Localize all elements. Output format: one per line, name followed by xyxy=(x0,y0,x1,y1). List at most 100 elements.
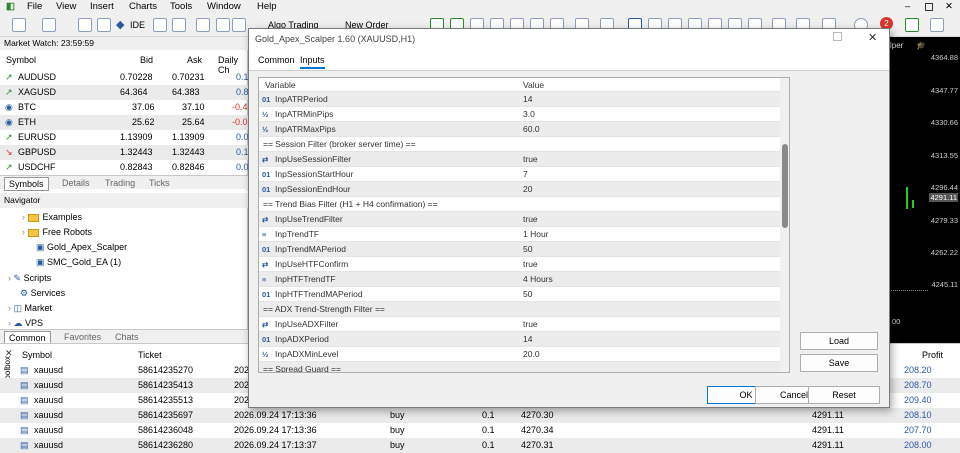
param-value[interactable]: 60.0 xyxy=(523,122,540,137)
nav-item-vps[interactable]: › ☁ VPS xyxy=(8,316,43,330)
col-symbol[interactable]: Symbol xyxy=(6,55,36,65)
param-row[interactable]: ⇄ InpUseADXFilter true xyxy=(259,317,780,332)
dialog-close-icon[interactable]: ✕ xyxy=(868,31,877,44)
col-ask[interactable]: Ask xyxy=(187,55,202,65)
signals-icon[interactable] xyxy=(905,18,919,32)
param-row[interactable]: ⇄ InpUseTrendFilter true xyxy=(259,212,780,227)
param-row[interactable]: ½ InpATRMinPips 3.0 xyxy=(259,107,780,122)
load-button[interactable]: Load xyxy=(800,332,878,350)
trade-row[interactable]: ▤ xauusd 58614235697 2026.09.24 17:13:36… xyxy=(0,408,960,423)
menu-help[interactable]: Help xyxy=(257,1,277,12)
history-icon[interactable] xyxy=(196,18,210,32)
col-bid[interactable]: Bid xyxy=(140,55,153,65)
tab-favorites[interactable]: Favorites xyxy=(60,331,105,343)
col-ticket[interactable]: Ticket xyxy=(138,348,162,363)
param-row[interactable]: 01 InpSessionStartHour 7 xyxy=(259,167,780,182)
param-row[interactable]: ⇄ InpUseHTFConfirm true xyxy=(259,257,780,272)
section-header-row[interactable]: == ADX Trend-Strength Filter == xyxy=(259,302,780,317)
param-row[interactable]: 01 InpHTFTrendMAPeriod 50 xyxy=(259,287,780,302)
param-value[interactable]: true xyxy=(523,152,538,167)
param-value[interactable]: 3.0 xyxy=(523,107,535,122)
price-label: 4296.44 xyxy=(930,183,958,192)
more-icon[interactable] xyxy=(232,18,246,32)
trade-icon[interactable] xyxy=(153,18,167,32)
save-button[interactable]: Save xyxy=(800,354,878,372)
gear-icon: ⚙ xyxy=(20,288,29,298)
symbol-row[interactable]: ↗ XAGUSD 64.364 64.383 0.8 xyxy=(0,85,249,100)
new-chart-icon[interactable] xyxy=(78,18,92,32)
symbol-row[interactable]: ↗ EURUSD 1.13909 1.13909 0.0 xyxy=(0,130,249,145)
param-value[interactable]: 4 Hours xyxy=(523,272,553,287)
nav-item-examples[interactable]: › Examples xyxy=(22,210,82,224)
section-header-row[interactable]: == Spread Guard == xyxy=(259,362,780,372)
symbol-row[interactable]: ◉ BTC 37.06 37.10 -0.4 xyxy=(0,100,248,115)
nav-item-scripts[interactable]: › ✎ Scripts xyxy=(8,271,51,285)
param-row[interactable]: 01 InpTrendMAPeriod 50 xyxy=(259,242,780,257)
nav-item-market[interactable]: › ◫ Market xyxy=(8,301,52,315)
nav-item-gold-apex-scalper[interactable]: ▣ Gold_Apex_Scalper xyxy=(36,240,127,254)
menu-file[interactable]: File xyxy=(27,1,42,12)
section-header-row[interactable]: == Trend Bias Filter (H1 + H4 confirmati… xyxy=(259,197,780,212)
price-chart[interactable]: lper 🎓 4364.88 4347.77 4330.66 4313.55 4… xyxy=(888,37,960,343)
grid-scrollbar[interactable] xyxy=(780,78,789,372)
tab-trading[interactable]: Trading xyxy=(101,177,139,189)
close-icon[interactable]: ✕ xyxy=(945,1,953,12)
menu-window[interactable]: Window xyxy=(207,1,241,12)
col-symbol[interactable]: Symbol xyxy=(22,348,52,363)
param-value[interactable]: 14 xyxy=(523,92,532,107)
symbol-row[interactable]: ↗ USDCHF 0.82843 0.82846 0.0 xyxy=(0,160,249,175)
trade-row[interactable]: ▤ xauusd 58614236048 2026.09.24 17:13:36… xyxy=(0,423,960,438)
restore-icon[interactable] xyxy=(925,3,933,11)
chart-window-icon[interactable] xyxy=(172,18,186,32)
symbol-row[interactable]: ↗ AUDUSD 0.70228 0.70231 0.1 xyxy=(0,70,249,85)
nav-item-services[interactable]: ⚙ Services xyxy=(20,286,65,300)
zoom-icon[interactable] xyxy=(216,18,230,32)
param-value[interactable]: 1 Hour xyxy=(523,227,549,242)
section-header-row[interactable]: == Session Filter (broker server time) =… xyxy=(259,137,780,152)
community-icon[interactable] xyxy=(930,18,944,32)
param-value[interactable]: 20 xyxy=(523,182,532,197)
menu-view[interactable]: View xyxy=(56,1,76,12)
param-row[interactable]: ≡ InpTrendTF 1 Hour xyxy=(259,227,780,242)
tab-details[interactable]: Details xyxy=(58,177,94,189)
col-value[interactable]: Value xyxy=(523,78,544,92)
param-value[interactable]: 14 xyxy=(523,332,532,347)
menu-tools[interactable]: Tools xyxy=(170,1,192,12)
param-row[interactable]: 01 InpATRPeriod 14 xyxy=(259,92,780,107)
param-row[interactable]: ⇄ InpUseSessionFilter true xyxy=(259,152,780,167)
param-value[interactable]: 50 xyxy=(523,242,532,257)
trade-profit: 208.70 xyxy=(904,380,932,390)
param-row[interactable]: ≡ InpHTFTrendTF 4 Hours xyxy=(259,272,780,287)
timeframe-icon[interactable] xyxy=(42,18,56,32)
ide-button[interactable]: IDE xyxy=(130,20,145,30)
symbol-row[interactable]: ◉ ETH 25.62 25.64 -0.0 xyxy=(0,115,248,130)
tab-inputs[interactable]: Inputs xyxy=(300,55,325,69)
param-value[interactable]: 7 xyxy=(523,167,528,182)
menu-charts[interactable]: Charts xyxy=(129,1,157,12)
col-variable[interactable]: Variable xyxy=(265,78,296,92)
col-profit[interactable]: Profit xyxy=(922,348,943,363)
param-row[interactable]: 01 InpADXPeriod 14 xyxy=(259,332,780,347)
param-row[interactable]: 01 InpSessionEndHour 20 xyxy=(259,182,780,197)
nav-item-free-robots[interactable]: › Free Robots xyxy=(22,225,92,239)
tab-common[interactable]: Common xyxy=(258,55,295,65)
param-row[interactable]: ½ InpATRMaxPips 60.0 xyxy=(259,122,780,137)
scrollbar-thumb[interactable] xyxy=(782,144,788,228)
reset-button[interactable]: Reset xyxy=(808,386,880,404)
symbol-row[interactable]: ↘ GBPUSD 1.32443 1.32443 0.1 xyxy=(0,145,249,160)
param-value[interactable]: true xyxy=(523,317,538,332)
profiles-icon[interactable] xyxy=(97,18,111,32)
minimize-icon[interactable]: – xyxy=(905,1,910,12)
chart-type-icon[interactable] xyxy=(12,18,26,32)
tab-ticks[interactable]: Ticks xyxy=(145,177,174,189)
param-value[interactable]: true xyxy=(523,257,538,272)
param-value[interactable]: 50 xyxy=(523,287,532,302)
int-icon: 01 xyxy=(262,185,271,194)
menu-insert[interactable]: Insert xyxy=(90,1,114,12)
param-row[interactable]: ½ InpADXMinLevel 20.0 xyxy=(259,347,780,362)
param-value[interactable]: true xyxy=(523,212,538,227)
tab-symbols[interactable]: Symbols xyxy=(4,177,49,191)
nav-item-smc-gold-ea[interactable]: ▣ SMC_Gold_EA (1) xyxy=(36,255,121,269)
param-value[interactable]: 20.0 xyxy=(523,347,540,362)
tab-chats[interactable]: Chats xyxy=(111,331,143,343)
